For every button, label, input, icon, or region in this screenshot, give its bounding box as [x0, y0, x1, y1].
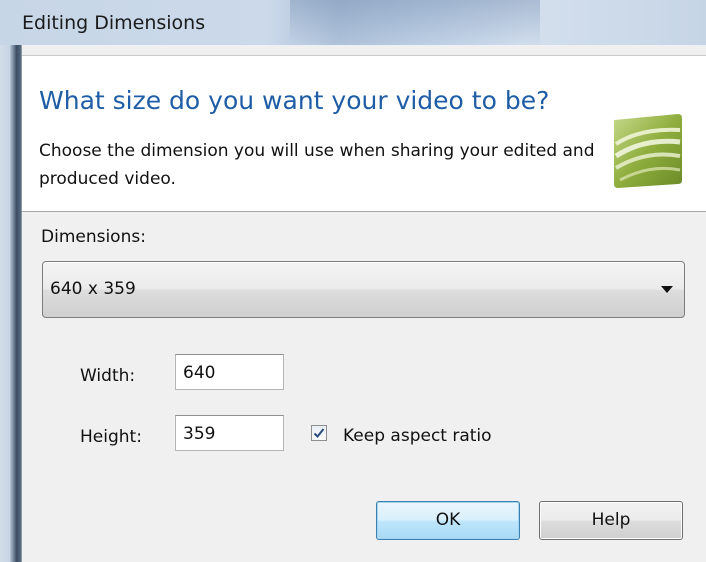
dimensions-dropdown[interactable]: 640 x 359 — [42, 261, 685, 318]
dialog-header: What size do you want your video to be? … — [22, 55, 706, 212]
dialog-description: Choose the dimension you will use when s… — [39, 141, 595, 189]
height-input[interactable]: 359 — [175, 415, 284, 451]
help-button[interactable]: Help — [539, 501, 683, 540]
dialog: What size do you want your video to be? … — [21, 45, 706, 562]
width-input[interactable]: 640 — [175, 354, 284, 390]
camtasia-logo-icon — [606, 110, 688, 192]
dialog-heading: What size do you want your video to be? — [39, 86, 550, 115]
title-bar-glow — [290, 0, 540, 45]
ok-button[interactable]: OK — [376, 501, 520, 540]
checkmark-icon — [313, 428, 325, 438]
dimensions-selected-value: 640 x 359 — [50, 279, 136, 299]
chevron-down-icon — [661, 286, 673, 293]
window-frame-left — [0, 45, 21, 562]
window-title: Editing Dimensions — [22, 12, 206, 34]
keep-aspect-ratio-checkbox[interactable] — [311, 425, 327, 441]
window-frame-shadow — [10, 45, 21, 562]
keep-aspect-ratio-label[interactable]: Keep aspect ratio — [343, 426, 492, 446]
dimensions-label: Dimensions: — [41, 227, 146, 247]
title-bar[interactable]: Editing Dimensions — [0, 0, 706, 45]
height-label: Height: — [80, 427, 142, 447]
width-label: Width: — [80, 366, 136, 386]
